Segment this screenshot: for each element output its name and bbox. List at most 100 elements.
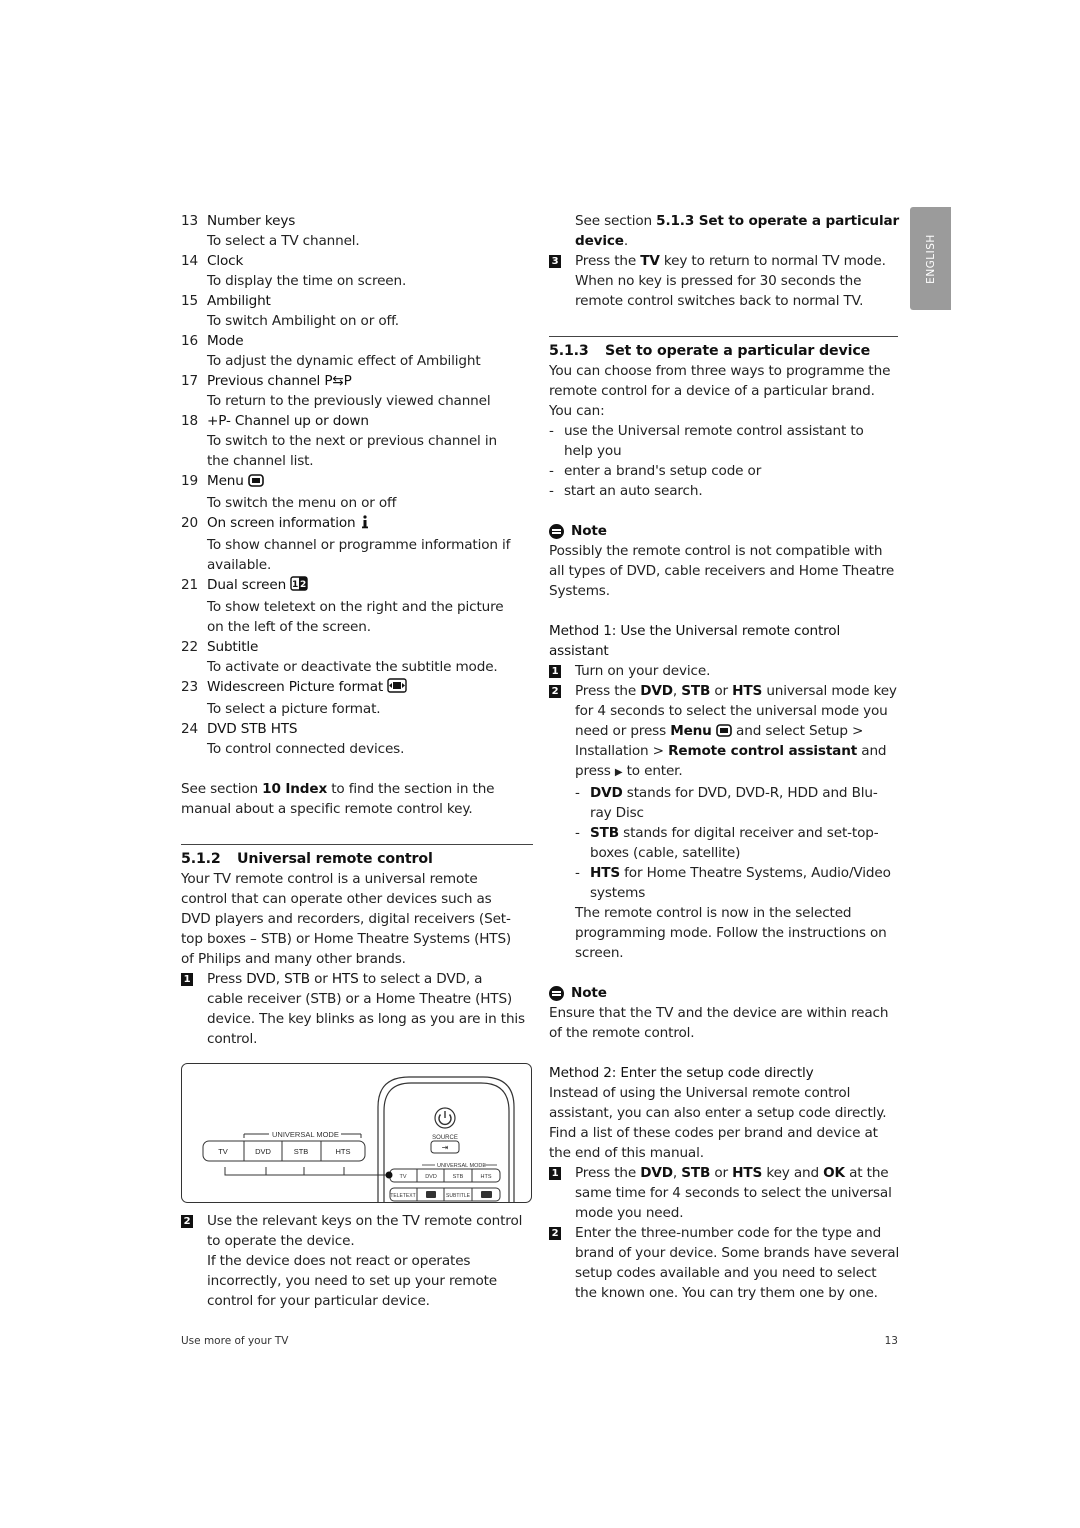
key-description: To switch the menu on or off bbox=[207, 495, 397, 511]
remote-key-item: 21 Dual screen 1 2 To show teletext on the … bbox=[181, 575, 533, 637]
note-heading: Note bbox=[549, 983, 901, 1003]
remote-key-item: 14 Clock To display the time on screen. bbox=[181, 251, 533, 291]
page-number: 13 bbox=[884, 1335, 898, 1347]
key-title: +P- Channel up or down bbox=[207, 413, 369, 429]
see-section-5-1-3: See section 5.1.3 Set to operate a parti… bbox=[575, 213, 900, 249]
section-heading-5-1-2: 5.1.2 Universal remote control bbox=[181, 851, 433, 867]
key-number: 20 bbox=[181, 515, 198, 531]
method-1-step-2: 2 Press the DVD, STB or HTS universal mo… bbox=[549, 681, 901, 963]
option-item: - start an auto search. bbox=[549, 483, 703, 499]
key-number: 16 bbox=[181, 333, 198, 349]
note-icon bbox=[549, 523, 564, 539]
step-1: 1 Press DVD, STB or HTS to select a DVD,… bbox=[181, 969, 533, 1049]
device-type-item: - HTS for Home Theatre Systems, Audio/Vid… bbox=[575, 865, 891, 901]
key-description: To show channel or programme information… bbox=[207, 537, 511, 553]
svg-text:HTS: HTS bbox=[481, 1174, 492, 1180]
key-title: On screen information bbox=[207, 515, 356, 531]
remote-key-item: 20 On screen information To show channel … bbox=[181, 513, 533, 575]
language-tab-label: ENGLISH bbox=[924, 233, 937, 284]
options-list: - use the Universal remote control assist… bbox=[549, 421, 901, 501]
remote-key-item: 24 DVD STB HTS To control connected device… bbox=[181, 719, 533, 759]
section-5-1-2-intro: Your TV remote control is a universal re… bbox=[181, 871, 512, 967]
remote-key-item: 15 Ambilight To switch Ambilight on or off… bbox=[181, 291, 533, 331]
svg-text:2: 2 bbox=[300, 580, 306, 590]
section-link[interactable]: 5.1.3 Set to operate a particular bbox=[656, 213, 899, 229]
method-2-heading: Method 2: Enter the setup code directly bbox=[549, 1065, 814, 1081]
index-reference: See section 10 Index to find the section… bbox=[181, 781, 495, 797]
info-icon bbox=[360, 515, 370, 535]
key-number: 23 bbox=[181, 679, 198, 695]
mode-button-stb: STB bbox=[294, 1147, 309, 1156]
key-number: 22 bbox=[181, 639, 198, 655]
key-title: Mode bbox=[207, 333, 244, 349]
key-number: 14 bbox=[181, 253, 198, 269]
key-description: To switch Ambilight on or off. bbox=[207, 313, 399, 329]
remote-key-item: 17 Previous channel P⇆P To return to the p… bbox=[181, 371, 533, 411]
remote-control-illustration: UNIVERSAL MODE TV DVD STB HTS SOURCE ⇥ U… bbox=[181, 1063, 532, 1203]
key-title: Menu bbox=[207, 473, 244, 489]
remote-key-item: 18 +P- Channel up or down To switch to the… bbox=[181, 411, 533, 471]
remote-key-item: 13 Number keys To select a TV channel. bbox=[181, 211, 533, 251]
key-description: To control connected devices. bbox=[207, 741, 405, 757]
method-1-heading: Method 1: Use the Universal remote contr… bbox=[549, 623, 841, 639]
svg-text:1: 1 bbox=[292, 580, 298, 590]
svg-text:STB: STB bbox=[453, 1174, 464, 1180]
key-description: To switch to the next or previous channe… bbox=[207, 433, 497, 449]
method-2-step-1: 1 Press the DVD, STB or HTS key and OK a… bbox=[549, 1163, 901, 1223]
method-2-step-2: 2 Enter the three-number code for the ty… bbox=[549, 1223, 901, 1303]
key-description: the channel list. bbox=[207, 453, 314, 469]
remote-key-item: 19 Menu To switch the menu on or off bbox=[181, 471, 533, 513]
index-link[interactable]: 10 Index bbox=[262, 781, 327, 797]
dual-screen-icon: 12 bbox=[290, 576, 308, 597]
key-number: 18 bbox=[181, 413, 198, 429]
method-1-step-1: 1 Turn on your device. bbox=[549, 661, 901, 681]
step-badge: 1 bbox=[181, 973, 193, 986]
svg-text:UNIVERSAL MODE: UNIVERSAL MODE bbox=[437, 1163, 486, 1169]
step-badge: 2 bbox=[181, 1215, 193, 1228]
source-label: SOURCE bbox=[432, 1135, 458, 1141]
key-title: Previous channel P⇆P bbox=[207, 373, 352, 389]
step-3: 3 Press the TV key to return to normal T… bbox=[549, 251, 901, 311]
key-description: To adjust the dynamic effect of Ambiligh… bbox=[207, 353, 481, 369]
svg-text:UNIVERSAL MODE: UNIVERSAL MODE bbox=[272, 1130, 339, 1139]
footer-section-title: Use more of your TV bbox=[181, 1335, 289, 1347]
option-item: - use the Universal remote control assist… bbox=[549, 423, 864, 459]
menu-icon bbox=[716, 724, 732, 737]
key-description: To display the time on screen. bbox=[207, 273, 407, 289]
key-title: DVD STB HTS bbox=[207, 721, 298, 737]
key-description: To activate or deactivate the subtitle m… bbox=[207, 659, 498, 675]
key-number: 19 bbox=[181, 473, 198, 489]
key-description: To select a TV channel. bbox=[207, 233, 360, 249]
remote-key-item: 23 Widescreen Picture format To select a … bbox=[181, 677, 533, 719]
svg-text:⇥: ⇥ bbox=[442, 1143, 449, 1152]
key-number: 24 bbox=[181, 721, 198, 737]
left-column-lower: 2 Use the relevant keys on the TV remote… bbox=[181, 1211, 533, 1311]
note-heading: Note bbox=[549, 521, 901, 541]
remote-key-item: 22 Subtitle To activate or deactivate the … bbox=[181, 637, 533, 677]
key-description: available. bbox=[207, 557, 272, 573]
remote-key-list: 13 Number keys To select a TV channel. 14 Cl… bbox=[181, 211, 533, 759]
svg-text:TV: TV bbox=[399, 1174, 406, 1180]
section-heading-5-1-3: 5.1.3 Set to operate a particular device bbox=[549, 343, 871, 359]
remote-key-item: 16 Mode To adjust the dynamic effect of Am… bbox=[181, 331, 533, 371]
key-title: Ambilight bbox=[207, 293, 271, 309]
key-title: Clock bbox=[207, 253, 244, 269]
key-number: 15 bbox=[181, 293, 198, 309]
key-description: on the left of the screen. bbox=[207, 619, 371, 635]
key-description: To show teletext on the right and the pi… bbox=[207, 599, 504, 615]
device-type-item: - STB stands for digital receiver and set… bbox=[575, 825, 879, 861]
step-2: 2 Use the relevant keys on the TV remote… bbox=[181, 1211, 533, 1311]
left-column: 13 Number keys To select a TV channel. 14 Cl… bbox=[181, 211, 533, 1049]
mode-button-hts: HTS bbox=[336, 1147, 351, 1156]
right-column: See section 5.1.3 Set to operate a parti… bbox=[549, 213, 901, 1303]
key-number: 21 bbox=[181, 577, 198, 593]
device-type-item: - DVD stands for DVD, DVD-R, HDD and Blu-… bbox=[575, 785, 878, 821]
svg-text:TELETEXT: TELETEXT bbox=[390, 1193, 415, 1199]
key-description: To select a picture format. bbox=[207, 701, 381, 717]
note-icon bbox=[549, 985, 564, 1001]
key-title: Widescreen Picture format bbox=[207, 679, 384, 695]
key-title: Number keys bbox=[207, 213, 296, 229]
device-type-list: - DVD stands for DVD, DVD-R, HDD and Blu-… bbox=[575, 783, 901, 903]
step-badge: 3 bbox=[549, 255, 561, 268]
key-number: 17 bbox=[181, 373, 198, 389]
